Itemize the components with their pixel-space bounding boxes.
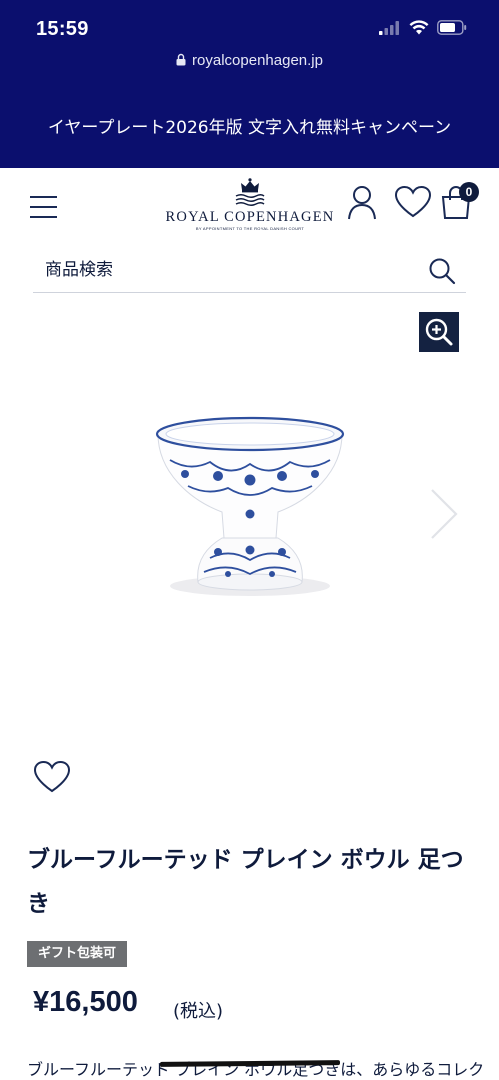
search-bar (33, 249, 466, 293)
gift-wrap-badge: ギフト包装可 (27, 941, 128, 967)
search-input[interactable] (45, 255, 415, 285)
zoom-button[interactable] (419, 312, 459, 352)
top-browser-area: 15:59 royalcopenhagen.jp イヤープレート2026年版 文… (0, 0, 499, 168)
logo-text: ROYAL COPENHAGEN (165, 209, 335, 225)
zoom-in-icon (425, 318, 453, 346)
logo-subtext: BY APPOINTMENT TO THE ROYAL DANISH COURT (195, 226, 305, 231)
product-description: ブルーフルーテッド プレイン ボウル足つきは、あらゆるコレク (27, 1060, 485, 1079)
search-icon[interactable] (428, 257, 456, 285)
battery-icon (437, 20, 467, 35)
hamburger-menu-icon[interactable] (30, 196, 57, 218)
wifi-icon (409, 20, 429, 35)
address-bar[interactable]: royalcopenhagen.jp (0, 52, 499, 69)
crown-waves-icon (235, 178, 265, 206)
product-title: ブルーフルーテッド プレイン ボウル 足つき (27, 847, 464, 917)
product-image[interactable] (140, 400, 360, 610)
chevron-right-icon[interactable] (428, 486, 460, 542)
lock-icon (176, 53, 186, 66)
promo-banner[interactable]: イヤープレート2026年版 文字入れ無料キャンペーン (0, 113, 499, 138)
brand-logo[interactable]: ROYAL COPENHAGEN BY APPOINTMENT TO THE R… (160, 178, 340, 231)
tax-note: (税込) (173, 1001, 224, 1022)
heart-icon[interactable] (394, 185, 432, 219)
add-to-favorites-heart-icon[interactable] (33, 760, 71, 794)
cart-count-badge: 0 (459, 182, 479, 202)
site-header: ROYAL COPENHAGEN BY APPOINTMENT TO THE R… (0, 168, 499, 246)
url-text: royalcopenhagen.jp (192, 52, 323, 69)
status-icons (379, 20, 467, 35)
user-icon[interactable] (346, 185, 378, 221)
status-time: 15:59 (36, 18, 89, 40)
cellular-signal-icon (379, 20, 399, 35)
product-price: ¥16,500 (33, 986, 138, 1018)
